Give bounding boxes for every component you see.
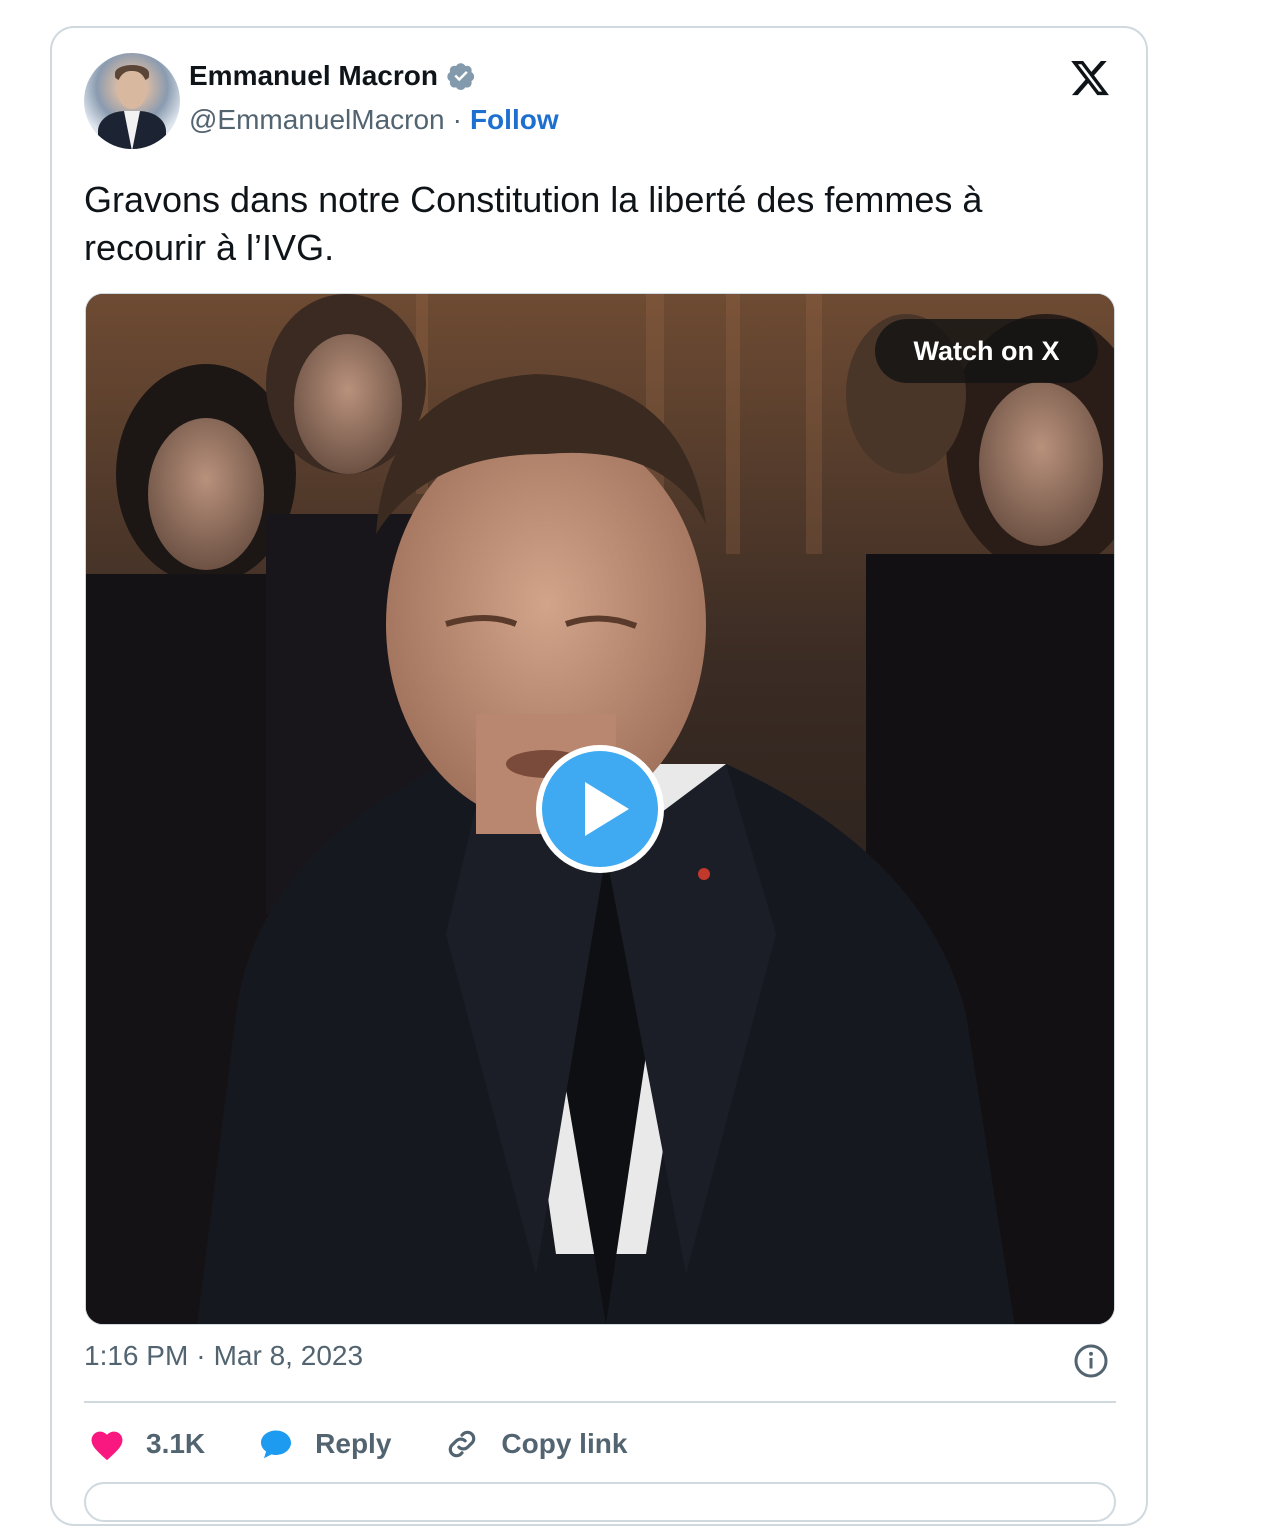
author-handle[interactable]: @EmmanuelMacron [189,104,445,136]
meta-separator: · [196,1340,206,1371]
tweet-date[interactable]: Mar 8, 2023 [214,1340,363,1372]
tweet-text: Gravons dans notre Constitution la liber… [84,179,983,268]
tweet-meta: 1:16 PM · Mar 8, 2023 [84,1340,1114,1372]
watch-on-x-button[interactable]: Watch on X [875,319,1098,383]
verified-badge-icon [447,63,475,90]
like-count: 3.1K [146,1428,206,1459]
author-handle-row: @EmmanuelMacron · Follow [189,104,559,136]
like-button[interactable]: 3.1K [88,1427,205,1461]
action-bar: 3.1K Reply Copy link [88,1420,679,1468]
info-icon[interactable] [1073,1343,1109,1379]
reply-label: Reply [315,1428,392,1459]
play-icon[interactable] [533,742,667,876]
reply-bubble-icon [261,1430,292,1459]
x-logo-icon[interactable] [1068,57,1112,99]
handle-separator: · [452,104,462,135]
avatar[interactable] [84,53,180,149]
link-icon [449,1430,476,1458]
author-name-row: Emmanuel Macron [189,60,476,92]
divider [84,1401,1116,1403]
follow-button[interactable]: Follow [470,104,559,136]
watch-on-x-label: Watch on X [913,335,1060,366]
read-replies-button[interactable] [84,1482,1116,1522]
copy-link-button[interactable]: Copy link [443,1425,627,1463]
author-name[interactable]: Emmanuel Macron [189,60,438,92]
copy-link-label: Copy link [501,1428,628,1459]
heart-icon [91,1431,123,1461]
reply-button[interactable]: Reply [257,1426,391,1462]
tweet-time[interactable]: 1:16 PM [84,1340,188,1372]
